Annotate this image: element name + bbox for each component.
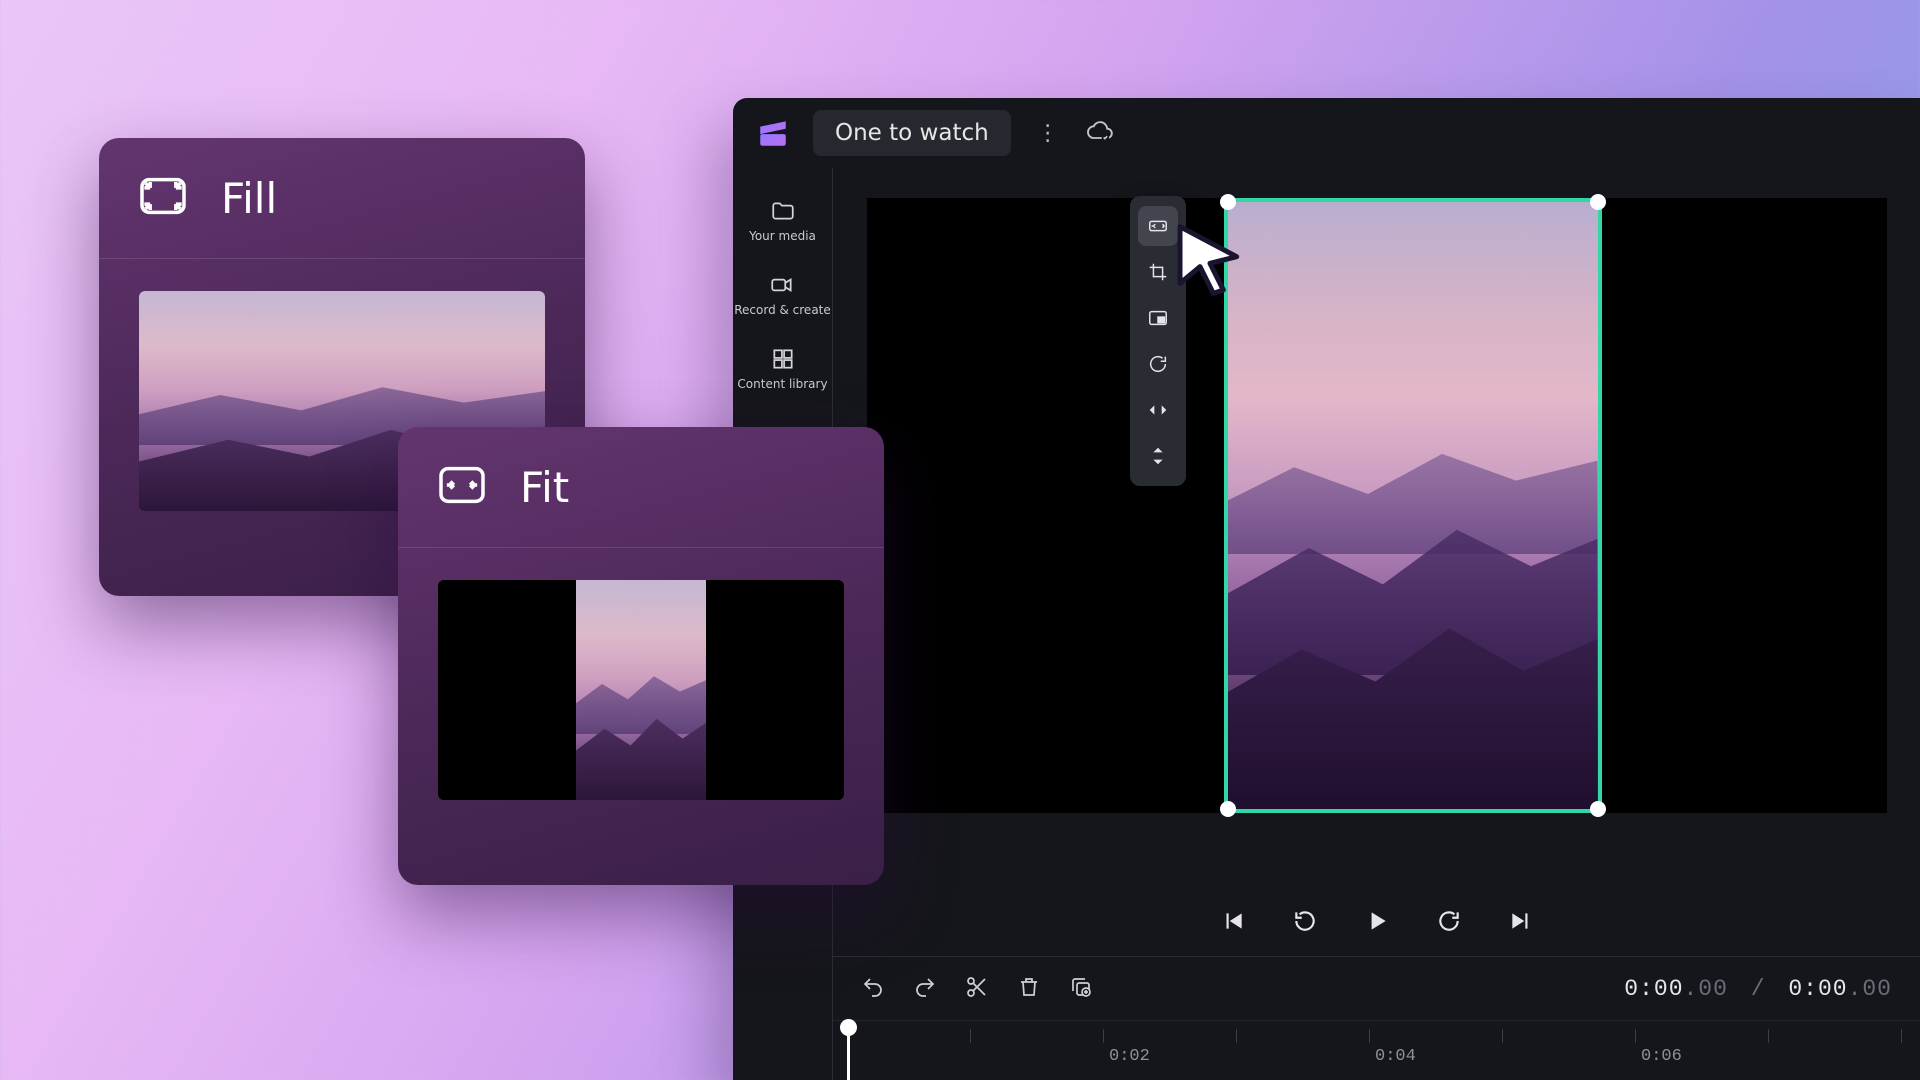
timeline-ruler[interactable] xyxy=(833,1020,1920,1080)
project-name[interactable]: One to watch xyxy=(813,110,1011,156)
sidebar-label: Record & create xyxy=(734,304,831,318)
time-current-ms: .00 xyxy=(1684,976,1728,1002)
preview-canvas[interactable] xyxy=(867,198,1887,813)
tool-crop[interactable] xyxy=(1138,252,1178,292)
preview-stage-area xyxy=(833,168,1920,886)
delete-button[interactable] xyxy=(1017,975,1041,1003)
timeline-toolbar: 0:00.00 / 0:00.00 xyxy=(833,956,1920,1020)
ruler-tick xyxy=(1103,1029,1104,1043)
time-display: 0:00.00 / 0:00.00 xyxy=(1624,976,1892,1002)
transport-controls xyxy=(833,886,1920,956)
ruler-minor-tick xyxy=(1236,1029,1237,1043)
time-total-ms: .00 xyxy=(1848,976,1892,1002)
floating-toolbar xyxy=(1130,196,1186,486)
sidebar-label: Your media xyxy=(749,230,816,244)
project-area: One to watch ⋮ xyxy=(813,110,1113,156)
sidebar-item-record-create[interactable]: Record & create xyxy=(734,272,831,318)
ruler-minor-tick xyxy=(970,1029,971,1043)
resize-handle-tl[interactable] xyxy=(1220,194,1236,210)
resize-handle-tr[interactable] xyxy=(1590,194,1606,210)
forward-button[interactable] xyxy=(1431,903,1467,939)
tool-rotate[interactable] xyxy=(1138,344,1178,384)
ruler-tick xyxy=(1369,1029,1370,1043)
next-frame-button[interactable] xyxy=(1503,903,1539,939)
cloud-sync-icon[interactable] xyxy=(1085,117,1113,149)
tool-flip-horizontal[interactable] xyxy=(1138,390,1178,430)
tool-fit-fill[interactable] xyxy=(1138,206,1178,246)
project-menu-button[interactable]: ⋮ xyxy=(1027,115,1069,152)
clip-image xyxy=(1228,202,1598,809)
ruler-tick xyxy=(1635,1029,1636,1043)
sidebar-item-content-library[interactable]: Content library xyxy=(737,346,827,392)
redo-button[interactable] xyxy=(913,975,937,1003)
tool-flip-vertical[interactable] xyxy=(1138,436,1178,476)
rewind-button[interactable] xyxy=(1287,903,1323,939)
split-button[interactable] xyxy=(965,975,989,1003)
ruler-minor-tick xyxy=(1768,1029,1769,1043)
selected-clip-frame[interactable] xyxy=(1224,198,1602,813)
sidebar-item-your-media[interactable]: Your media xyxy=(749,198,816,244)
fit-preview xyxy=(438,580,844,800)
ruler-minor-tick xyxy=(1502,1029,1503,1043)
app-logo-icon xyxy=(751,111,795,155)
time-total: 0:00 xyxy=(1788,976,1847,1002)
fill-title: Fill xyxy=(221,174,277,223)
top-bar: One to watch ⋮ xyxy=(733,98,1920,168)
ruler-minor-tick xyxy=(1901,1029,1902,1043)
resize-handle-br[interactable] xyxy=(1590,801,1606,817)
fit-title: Fit xyxy=(520,463,569,512)
undo-button[interactable] xyxy=(861,975,885,1003)
fit-option-card[interactable]: Fit xyxy=(398,427,884,885)
tool-pip[interactable] xyxy=(1138,298,1178,338)
playhead[interactable] xyxy=(847,1021,850,1080)
video-editor-window: One to watch ⋮ Your media Record & creat… xyxy=(733,98,1920,1080)
resize-handle-bl[interactable] xyxy=(1220,801,1236,817)
sidebar-label: Content library xyxy=(737,378,827,392)
fill-icon xyxy=(135,168,191,228)
time-current: 0:00 xyxy=(1624,976,1683,1002)
duplicate-button[interactable] xyxy=(1069,975,1093,1003)
prev-frame-button[interactable] xyxy=(1215,903,1251,939)
play-button[interactable] xyxy=(1359,903,1395,939)
fit-icon xyxy=(434,457,490,517)
